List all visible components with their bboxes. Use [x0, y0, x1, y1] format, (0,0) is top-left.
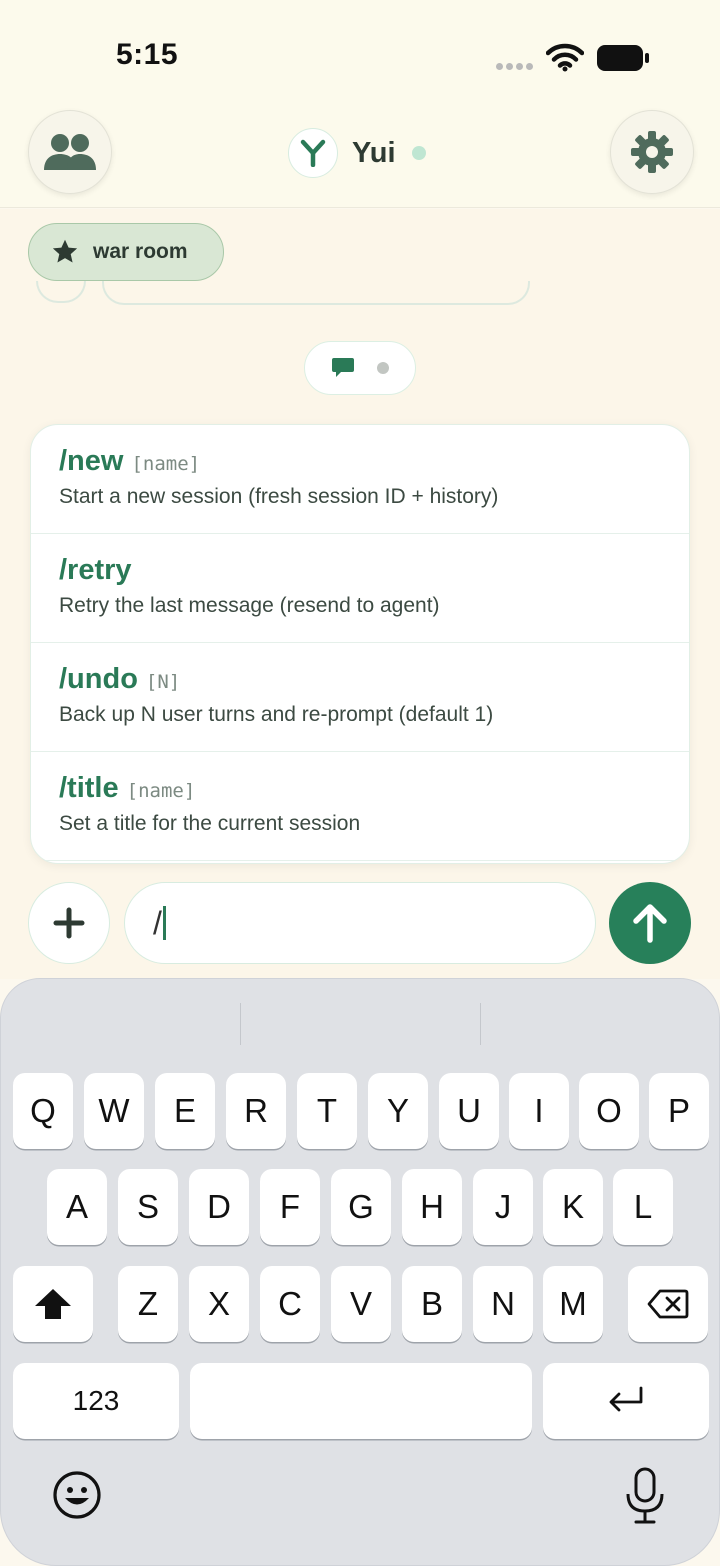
key-r[interactable]: R [226, 1073, 286, 1149]
online-status-dot [411, 146, 426, 160]
suggestion-divider [480, 1003, 481, 1045]
key-q[interactable]: Q [13, 1073, 73, 1149]
command-name: /retry [59, 554, 132, 586]
message-avatar [36, 281, 86, 303]
key-m[interactable]: M [543, 1266, 603, 1342]
key-a[interactable]: A [47, 1169, 107, 1245]
chat-bubble-icon [332, 358, 354, 377]
key-i[interactable]: I [509, 1073, 569, 1149]
command-arg: [name] [126, 780, 196, 802]
y-logo-icon [300, 139, 326, 167]
key-y[interactable]: Y [368, 1073, 428, 1149]
text-caret [162, 906, 166, 940]
command-name: /title [59, 772, 119, 804]
message-input-value: / [153, 904, 162, 941]
typing-indicator [304, 341, 416, 395]
key-e[interactable]: E [155, 1073, 215, 1149]
space-key[interactable] [190, 1363, 532, 1439]
key-v[interactable]: V [331, 1266, 391, 1342]
key-t[interactable]: T [297, 1073, 357, 1149]
command-item-undo[interactable]: /undo [N] Back up N user turns and re-pro… [31, 643, 689, 752]
key-z[interactable]: Z [118, 1266, 178, 1342]
backspace-icon [647, 1289, 689, 1319]
settings-button[interactable] [610, 110, 694, 194]
key-g[interactable]: G [331, 1169, 391, 1245]
status-time: 5:15 [116, 38, 179, 71]
key-w[interactable]: W [84, 1073, 144, 1149]
typing-dot [377, 362, 389, 374]
command-item-title[interactable]: /title [name] Set a title for the current… [31, 752, 689, 861]
people-icon [44, 134, 96, 170]
key-d[interactable]: D [189, 1169, 249, 1245]
key-x[interactable]: X [189, 1266, 249, 1342]
contacts-button[interactable] [28, 110, 112, 194]
command-arg: [N] [145, 671, 181, 693]
star-icon [52, 239, 78, 263]
key-b[interactable]: B [402, 1266, 462, 1342]
status-bar: 5:15 [0, 0, 720, 110]
key-j[interactable]: J [473, 1169, 533, 1245]
key-o[interactable]: O [579, 1073, 639, 1149]
add-attachment-button[interactable] [28, 882, 110, 964]
key-k[interactable]: K [543, 1169, 603, 1245]
shift-key[interactable] [13, 1266, 93, 1342]
battery-icon [597, 45, 649, 71]
keyboard: Q W E R T Y U I O P A S D F G H J K L Z … [0, 978, 720, 1566]
dictation-button[interactable] [623, 1466, 667, 1526]
cellular-signal-icon [496, 63, 533, 70]
message-bubble [102, 281, 530, 305]
command-item-new[interactable]: /new [name] Start a new session (fresh se… [31, 425, 689, 534]
key-l[interactable]: L [613, 1169, 673, 1245]
key-n[interactable]: N [473, 1266, 533, 1342]
wifi-icon [546, 43, 584, 72]
command-suggestions: /new [name] Start a new session (fresh se… [30, 424, 690, 864]
key-u[interactable]: U [439, 1073, 499, 1149]
send-button[interactable] [609, 882, 691, 964]
command-name: /new [59, 445, 124, 477]
return-icon [609, 1386, 643, 1412]
suggestion-divider [240, 1003, 241, 1045]
app-logo [288, 128, 338, 178]
chat-title: Yui [288, 128, 426, 178]
command-description: Set a title for the current session [59, 812, 361, 835]
return-key[interactable] [543, 1363, 709, 1439]
backspace-key[interactable] [628, 1266, 708, 1342]
message-input[interactable]: / [124, 882, 596, 964]
command-arg: [name] [131, 453, 201, 475]
key-f[interactable]: F [260, 1169, 320, 1245]
microphone-icon [626, 1467, 664, 1524]
command-name: /undo [59, 663, 138, 695]
key-h[interactable]: H [402, 1169, 462, 1245]
key-s[interactable]: S [118, 1169, 178, 1245]
chat-header: Yui [0, 110, 720, 208]
numbers-key[interactable]: 123 [13, 1363, 179, 1439]
command-description: Start a new session (fresh session ID + … [59, 485, 499, 508]
gear-icon [631, 131, 673, 173]
key-c[interactable]: C [260, 1266, 320, 1342]
plus-icon [53, 907, 85, 939]
command-item-retry[interactable]: /retry Retry the last message (resend to… [31, 534, 689, 643]
shift-arrow-icon [35, 1289, 71, 1319]
emoji-button[interactable] [51, 1469, 103, 1521]
room-chip-label: war room [93, 240, 188, 263]
app-title: Yui [352, 136, 396, 169]
room-chip[interactable]: war room [28, 223, 224, 281]
command-description: Retry the last message (resend to agent) [59, 594, 440, 617]
command-description: Back up N user turns and re-prompt (defa… [59, 703, 494, 726]
emoji-icon [53, 1471, 101, 1519]
arrow-up-icon [633, 904, 667, 943]
key-p[interactable]: P [649, 1073, 709, 1149]
